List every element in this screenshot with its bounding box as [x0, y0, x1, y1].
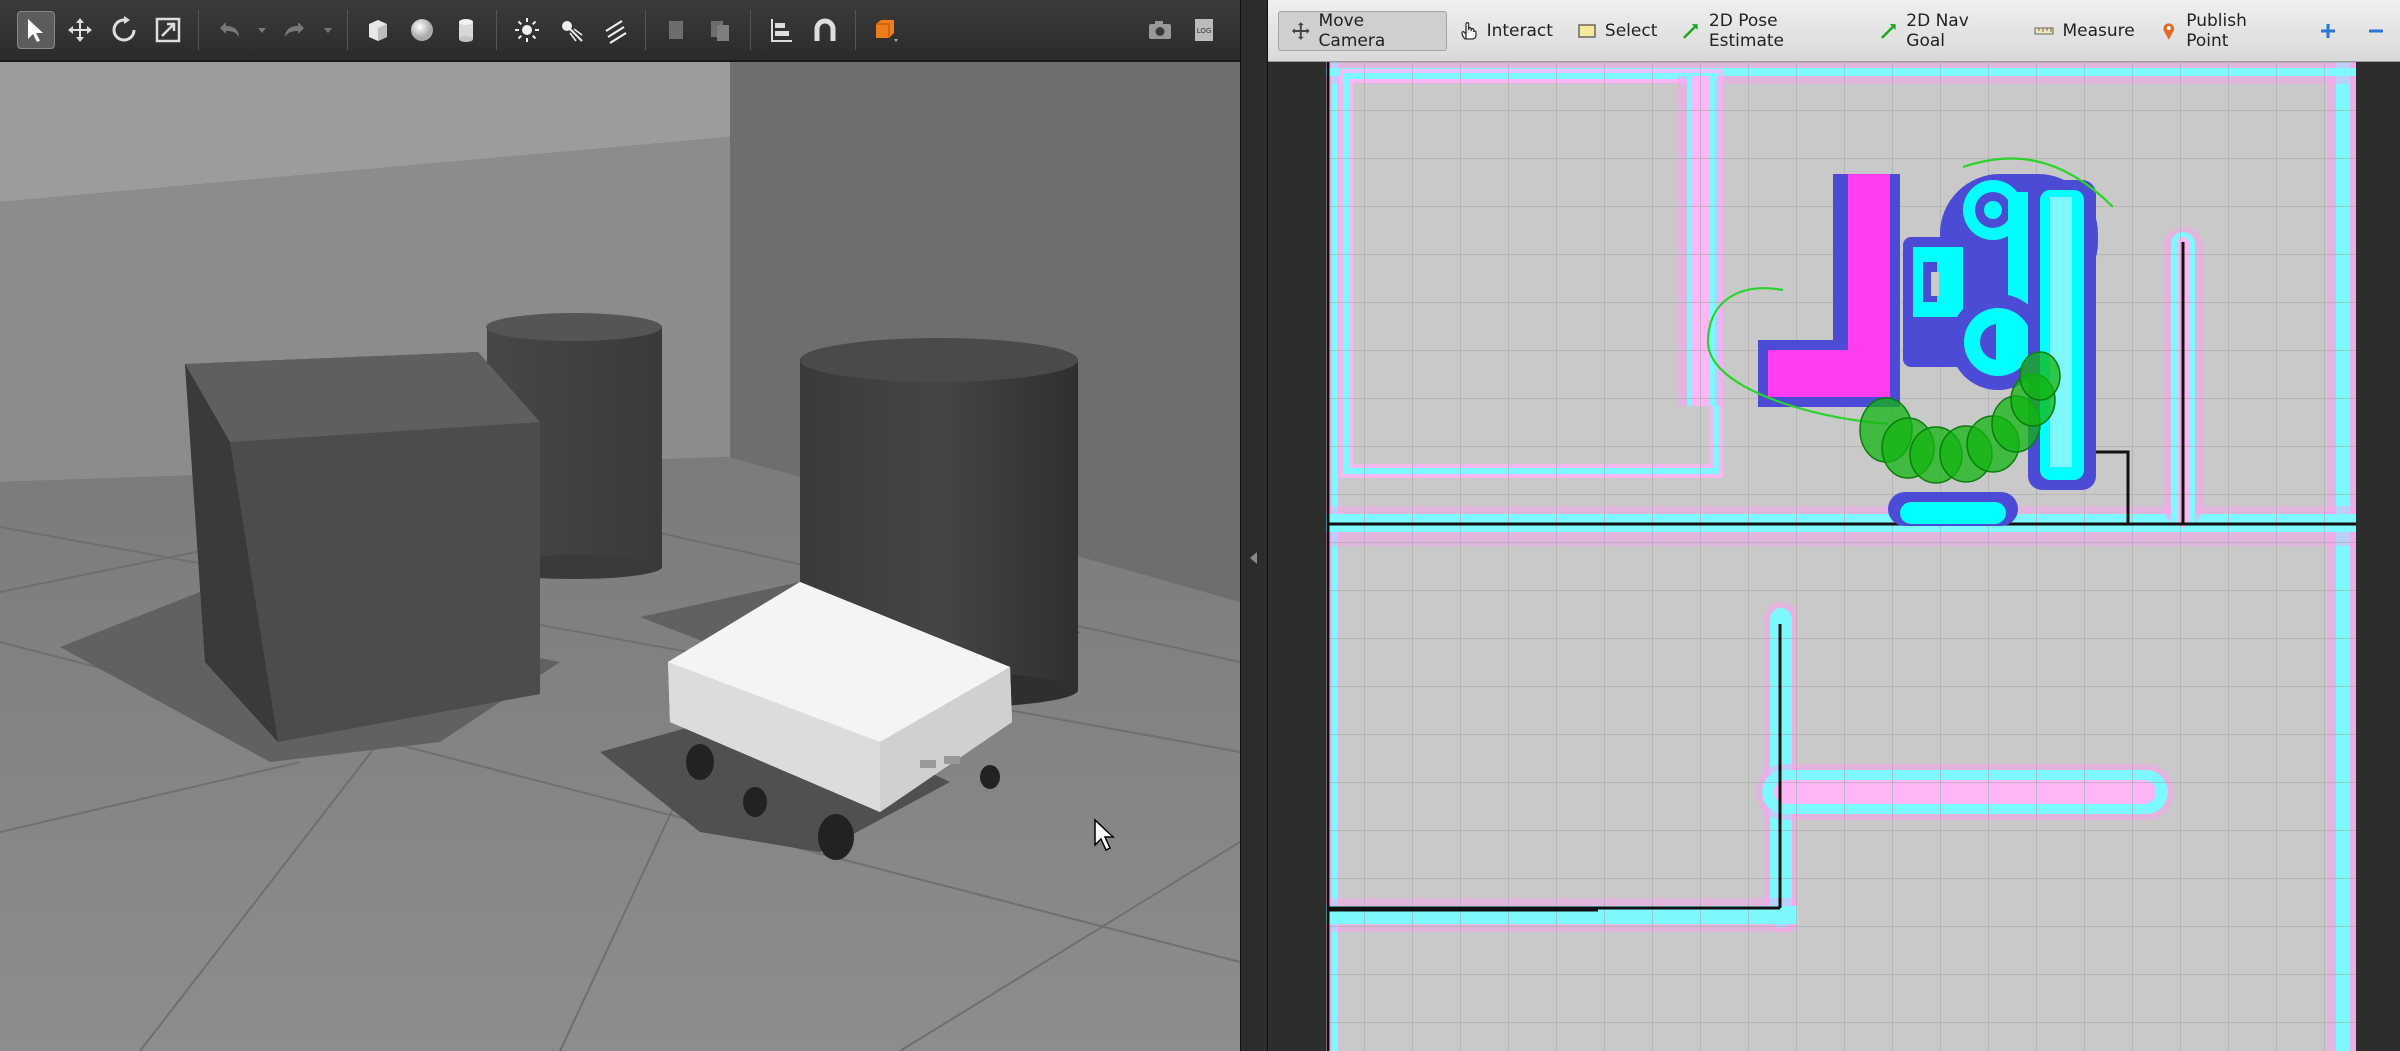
publish-point-label: Publish Point [2186, 10, 2247, 51]
rviz-window: Move Camera Interact Select 2D Pose Esti… [1268, 0, 2400, 1051]
log-label: LOG [1197, 27, 1212, 35]
cylinder-back-top [486, 313, 662, 341]
insert-cylinder-button[interactable] [447, 11, 485, 49]
screenshot-button[interactable] [1141, 11, 1179, 49]
translate-icon [68, 18, 92, 42]
directional-light-icon [605, 20, 627, 44]
2d-nav-goal-tool[interactable]: 2D Nav Goal [1867, 11, 2023, 51]
interact-label: Interact [1486, 20, 1553, 41]
rviz-toolbar: Move Camera Interact Select 2D Pose Esti… [1268, 0, 2400, 62]
translate-mode-button[interactable] [61, 11, 99, 49]
directional-light-button[interactable] [596, 11, 634, 49]
hand-cursor-icon [1460, 21, 1477, 40]
cylinder-shape-icon [459, 19, 473, 42]
measure-tool[interactable]: Measure [2022, 11, 2146, 51]
spot-light-button[interactable] [552, 11, 590, 49]
move-camera-tool[interactable]: Move Camera [1278, 10, 1447, 51]
pin-icon [2163, 22, 2174, 40]
green-arrow-icon [1880, 23, 1896, 39]
ruler-icon [2034, 27, 2054, 34]
plus-icon [2321, 23, 2335, 38]
toolbar-separator [855, 10, 856, 50]
point-light-icon [515, 18, 539, 42]
gazebo-window: LOG [0, 0, 1240, 1051]
spot-light-icon [562, 21, 583, 42]
2d-pose-estimate-label: 2D Pose Estimate [1708, 10, 1785, 51]
scale-icon [155, 17, 181, 43]
redo-dropdown-icon [324, 28, 332, 33]
screenshot-icon [1149, 21, 1171, 39]
rotate-icon [112, 16, 136, 42]
gazebo-toolbar: LOG [0, 0, 1240, 62]
2d-nav-goal-label: 2D Nav Goal [1906, 10, 1969, 51]
snap-button[interactable] [806, 11, 844, 49]
minus-icon [2369, 29, 2383, 32]
align-button[interactable] [762, 11, 800, 49]
toolbar-separator [347, 10, 348, 50]
paste-icon [711, 21, 729, 41]
undo-icon [220, 22, 239, 37]
snap-icon [814, 18, 836, 41]
toolbar-separator [750, 10, 751, 50]
copy-icon [669, 21, 683, 39]
point-light-button[interactable] [508, 11, 546, 49]
redo-button[interactable] [276, 11, 314, 49]
2d-pose-estimate-tool[interactable]: 2D Pose Estimate [1669, 11, 1866, 51]
log-button[interactable]: LOG [1185, 11, 1223, 49]
align-icon [771, 19, 792, 42]
change-view-icon [876, 20, 898, 42]
copy-button[interactable] [657, 11, 695, 49]
rviz-3d-view[interactable] [1268, 62, 2400, 1051]
panel-splitter[interactable] [1240, 0, 1268, 1051]
box-shape-icon [369, 20, 387, 41]
rotate-mode-button[interactable] [105, 11, 143, 49]
gazebo-3d-scene[interactable] [0, 62, 1240, 1051]
redo-history-dropdown[interactable] [320, 11, 336, 49]
select-mode-button[interactable] [17, 11, 55, 49]
insert-box-button[interactable] [359, 11, 397, 49]
redo-icon [285, 22, 304, 37]
move-camera-icon [1291, 21, 1310, 40]
sphere-shape-icon [411, 19, 433, 41]
select-label: Select [1604, 20, 1658, 41]
insert-sphere-button[interactable] [403, 11, 441, 49]
paste-button[interactable] [701, 11, 739, 49]
log-icon: LOG [1195, 19, 1213, 41]
publish-point-tool[interactable]: Publish Point [2147, 11, 2304, 51]
scale-mode-button[interactable] [149, 11, 187, 49]
collapse-arrow-icon[interactable] [1250, 552, 1257, 564]
undo-history-dropdown[interactable] [254, 11, 270, 49]
interact-tool[interactable]: Interact [1447, 11, 1565, 51]
select-box-icon [1578, 23, 1596, 38]
undo-dropdown-icon [258, 28, 266, 33]
toolbar-separator [198, 10, 199, 50]
cylinder-front-top [800, 338, 1078, 382]
undo-button[interactable] [210, 11, 248, 49]
remove-tool-button[interactable] [2352, 11, 2400, 51]
change-view-button[interactable] [867, 11, 905, 49]
toolbar-separator [496, 10, 497, 50]
toolbar-separator [645, 10, 646, 50]
measure-label: Measure [2062, 20, 2135, 41]
green-arrow-icon [1683, 23, 1698, 39]
select-tool[interactable]: Select [1565, 11, 1669, 51]
select-arrow-icon [28, 19, 43, 42]
add-tool-button[interactable] [2304, 11, 2352, 51]
move-camera-label: Move Camera [1318, 10, 1386, 51]
